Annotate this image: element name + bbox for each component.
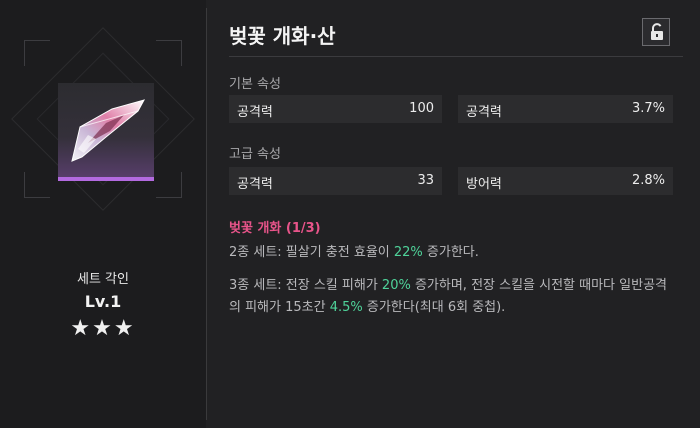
star-rating: ★★★ bbox=[70, 316, 136, 341]
stat-value: 33 bbox=[417, 173, 434, 188]
blade-shard-icon bbox=[58, 83, 154, 181]
engraving-level: Lv.1 bbox=[84, 292, 122, 311]
basic-stats-label: 기본 속성 bbox=[229, 77, 281, 92]
effect-highlight: 20% bbox=[381, 278, 411, 293]
decor-corner bbox=[156, 172, 182, 198]
advanced-stat-row: 방어력 2.8% bbox=[458, 167, 673, 195]
stat-name: 공격력 bbox=[237, 105, 273, 120]
set-effect-name: 벚꽃 개화 (1/3) bbox=[229, 221, 321, 236]
advanced-stat-row: 공격력 33 bbox=[229, 167, 442, 195]
stat-name: 공격력 bbox=[466, 105, 502, 120]
item-detail-panel: 세트 각인 Lv.1 ★★★ 벚꽃 개화·산 기본 속성 공격력 100 공격력… bbox=[0, 0, 700, 428]
rarity-bar bbox=[58, 177, 154, 181]
effect-highlight: 22% bbox=[393, 245, 423, 260]
basic-stat-row: 공격력 3.7% bbox=[458, 95, 673, 123]
stat-name: 공격력 bbox=[237, 177, 273, 192]
stat-value: 100 bbox=[409, 101, 434, 116]
effect-highlight: 4.5% bbox=[329, 300, 363, 315]
effect-text: 3종 세트: 전장 스킬 피해가 bbox=[229, 278, 382, 293]
effect-text: 증가한다(최대 6회 중첩). bbox=[362, 300, 506, 315]
item-title: 벚꽃 개화·산 bbox=[229, 24, 336, 48]
stat-value: 3.7% bbox=[631, 101, 665, 116]
title-divider bbox=[229, 56, 683, 57]
lock-toggle-button[interactable] bbox=[642, 18, 670, 46]
set-engraving-label: 세트 각인 bbox=[77, 272, 129, 287]
set-effect-3pc: 3종 세트: 전장 스킬 피해가 20% 증가하며, 전장 스킬을 시전할 때마… bbox=[229, 275, 677, 319]
panel-divider bbox=[206, 8, 207, 420]
advanced-stats-label: 고급 속성 bbox=[229, 147, 281, 162]
decor-corner bbox=[156, 40, 182, 66]
effect-text: 증가한다. bbox=[422, 245, 479, 260]
decor-corner bbox=[24, 172, 50, 198]
item-preview-area: 세트 각인 Lv.1 ★★★ bbox=[0, 0, 206, 428]
set-effect-2pc: 2종 세트: 필살기 충전 효율이 22% 증가한다. bbox=[229, 242, 677, 264]
effect-text: 2종 세트: 필살기 충전 효율이 bbox=[229, 245, 394, 260]
decor-corner bbox=[24, 40, 50, 66]
basic-stat-row: 공격력 100 bbox=[229, 95, 442, 123]
stat-value: 2.8% bbox=[631, 173, 665, 188]
stat-name: 방어력 bbox=[466, 177, 502, 192]
